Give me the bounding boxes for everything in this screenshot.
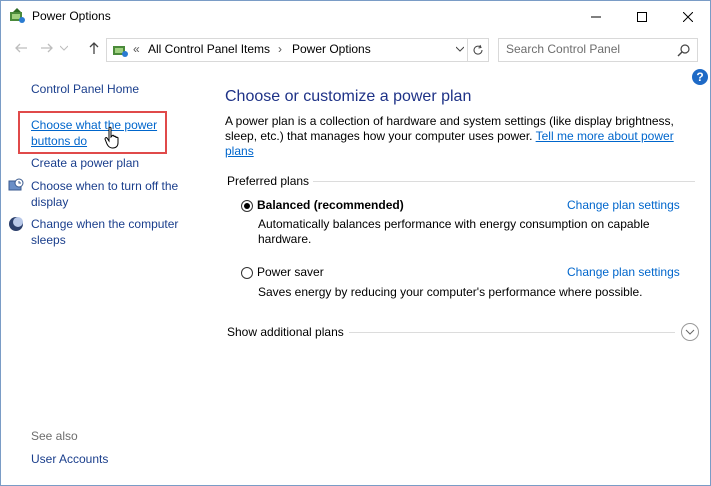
up-arrow-icon <box>89 42 99 54</box>
back-arrow-icon <box>15 43 27 53</box>
address-dropdown-button[interactable] <box>453 38 467 60</box>
choose-power-buttons-line2[interactable]: buttons do <box>31 133 157 149</box>
change-sleep-link[interactable]: Change when the computer sleeps <box>31 216 178 248</box>
forward-button[interactable] <box>37 38 57 58</box>
breadcrumb-overflow[interactable]: « <box>133 42 140 56</box>
tell-me-more-link-continued[interactable]: plans <box>225 144 685 159</box>
minimize-button[interactable] <box>573 1 619 32</box>
turn-off-display-line1[interactable]: Choose when to turn off the <box>31 178 178 194</box>
hand-cursor-icon <box>104 126 119 149</box>
turn-off-display-link[interactable]: Choose when to turn off the display <box>31 178 178 210</box>
breadcrumb-all-control-panel-items[interactable]: All Control Panel Items <box>148 42 270 56</box>
balanced-description-line1: Automatically balances performance with … <box>258 217 650 231</box>
chevron-down-icon <box>685 329 695 335</box>
window-title: Power Options <box>32 9 111 23</box>
control-panel-home-link[interactable]: Control Panel Home <box>31 81 139 97</box>
power-options-window: Power Options « All Control Panel Items … <box>0 0 711 486</box>
address-bar[interactable]: « All Control Panel Items › Power Option… <box>106 38 468 62</box>
minimize-icon <box>591 16 601 17</box>
description-line2: sleep, etc.) that manages how your compu… <box>225 129 685 144</box>
power-saver-change-settings-link[interactable]: Change plan settings <box>567 265 680 279</box>
tell-me-more-link[interactable]: Tell me more about power <box>536 129 674 143</box>
balanced-description-line2: hardware. <box>258 232 312 246</box>
breadcrumb-power-options[interactable]: Power Options <box>292 42 371 56</box>
description-line1: A power plan is a collection of hardware… <box>225 114 674 128</box>
choose-power-buttons-link[interactable]: Choose what the power buttons do <box>31 117 157 149</box>
maximize-icon <box>637 11 647 22</box>
display-timer-icon <box>8 178 24 191</box>
up-button[interactable] <box>84 38 104 58</box>
chevron-down-icon <box>456 46 464 52</box>
show-additional-plans-label[interactable]: Show additional plans <box>227 325 344 339</box>
preferred-plans-label: Preferred plans <box>227 174 310 188</box>
help-button[interactable]: ? <box>692 69 708 85</box>
power-options-app-icon <box>10 8 25 23</box>
control-panel-icon <box>113 46 128 57</box>
balanced-radio[interactable] <box>241 200 253 212</box>
user-accounts-link[interactable]: User Accounts <box>31 451 108 467</box>
expand-plans-button[interactable] <box>681 323 699 341</box>
title-bar: Power Options <box>1 1 710 32</box>
power-saver-radio[interactable] <box>241 267 253 279</box>
maximize-button[interactable] <box>619 1 665 32</box>
page-description: A power plan is a collection of hardware… <box>225 114 685 159</box>
divider <box>349 332 675 333</box>
choose-power-buttons-line1[interactable]: Choose what the power <box>31 117 157 133</box>
back-button[interactable] <box>11 38 31 58</box>
divider <box>313 181 695 182</box>
sleep-moon-icon <box>9 217 23 231</box>
search-icon[interactable] <box>676 42 692 58</box>
breadcrumb-separator[interactable]: › <box>278 42 282 56</box>
close-button[interactable] <box>665 1 711 32</box>
change-sleep-line1[interactable]: Change when the computer <box>31 216 178 232</box>
power-saver-plan-description: Saves energy by reducing your computer's… <box>258 285 643 299</box>
change-sleep-line2[interactable]: sleeps <box>31 232 178 248</box>
search-placeholder[interactable]: Search Control Panel <box>506 42 620 56</box>
navigation-bar: « All Control Panel Items › Power Option… <box>1 34 710 64</box>
chevron-down-icon <box>60 45 68 51</box>
forward-arrow-icon <box>41 43 53 53</box>
recent-locations-button[interactable] <box>57 38 71 58</box>
see-also-label: See also <box>31 429 78 443</box>
close-icon <box>683 11 693 22</box>
turn-off-display-line2[interactable]: display <box>31 194 178 210</box>
balanced-plan-name[interactable]: Balanced (recommended) <box>257 198 404 212</box>
page-title: Choose or customize a power plan <box>225 88 472 105</box>
create-power-plan-link[interactable]: Create a power plan <box>31 155 139 171</box>
power-saver-plan-name[interactable]: Power saver <box>257 265 324 279</box>
balanced-plan-description: Automatically balances performance with … <box>258 217 678 247</box>
description-line2-text: sleep, etc.) that manages how your compu… <box>225 129 533 143</box>
refresh-icon <box>473 44 483 55</box>
refresh-button[interactable] <box>467 38 489 62</box>
search-box[interactable]: Search Control Panel <box>498 38 698 62</box>
balanced-change-settings-link[interactable]: Change plan settings <box>567 198 680 212</box>
